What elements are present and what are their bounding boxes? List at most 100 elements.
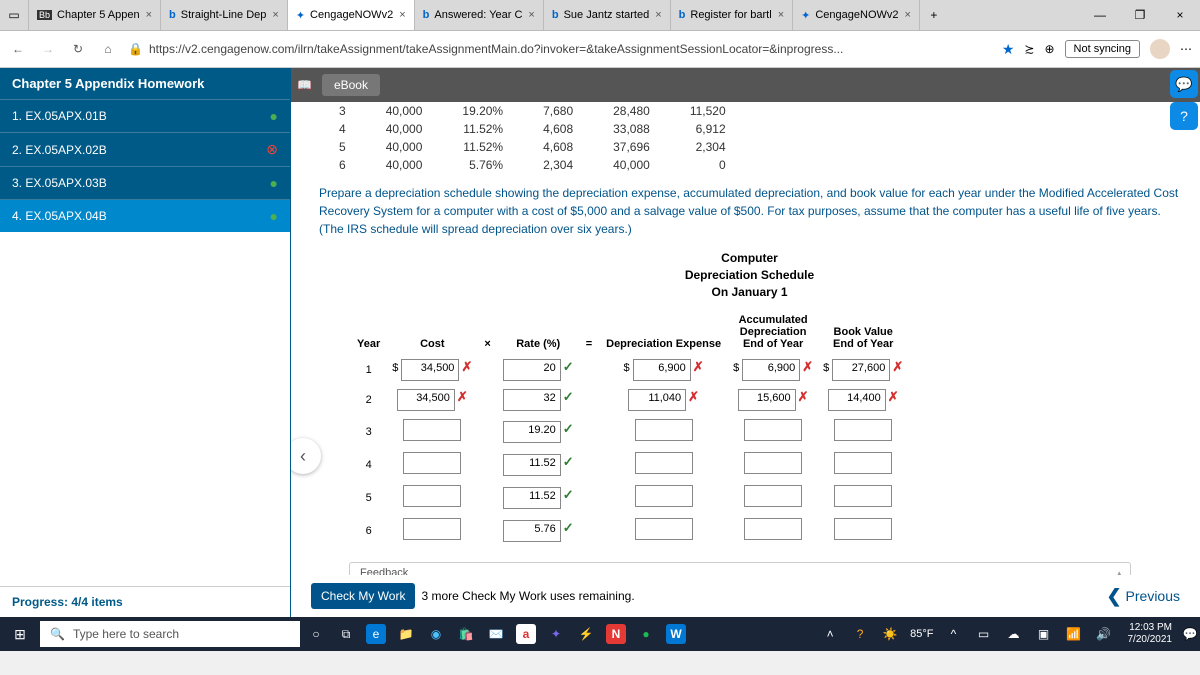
taskbar-search[interactable]: 🔍Type here to search — [40, 621, 300, 647]
tab-5[interactable]: bRegister for bartl× — [671, 0, 793, 30]
value-input[interactable]: 15,600 — [738, 389, 796, 411]
wifi-icon[interactable]: 📶 — [1064, 624, 1084, 644]
value-input[interactable] — [403, 452, 461, 474]
schedule-title: Computer Depreciation Schedule On Januar… — [319, 250, 1180, 300]
value-input[interactable] — [744, 485, 802, 507]
weather-icon[interactable]: ☀️ — [880, 624, 900, 644]
value-input[interactable] — [834, 518, 892, 540]
value-input[interactable]: 27,600 — [832, 359, 890, 381]
profile-avatar[interactable] — [1150, 39, 1170, 59]
temperature[interactable]: 85°F — [910, 628, 933, 640]
minimize-button[interactable]: — — [1080, 0, 1120, 30]
value-input[interactable]: 11.52 — [503, 487, 561, 509]
previous-button[interactable]: Previous — [1106, 586, 1180, 607]
display-icon[interactable]: ▣ — [1034, 624, 1054, 644]
clock[interactable]: 12:03 PM 7/20/2021 — [1120, 622, 1181, 646]
mail-icon[interactable]: ✉️ — [486, 624, 506, 644]
battery-icon[interactable]: ▭ — [974, 624, 994, 644]
menu-button[interactable]: ⋯ — [1180, 42, 1192, 56]
value-input[interactable] — [744, 419, 802, 441]
value-input[interactable]: 11,040 — [628, 389, 686, 411]
new-tab-button[interactable]: + — [920, 0, 948, 30]
app-icon-3[interactable]: ⚡ — [576, 624, 596, 644]
help-icon[interactable]: ? — [1170, 102, 1198, 130]
tray-up-icon[interactable]: ^ — [944, 624, 964, 644]
notifications-icon[interactable]: 💬 — [1180, 624, 1200, 644]
value-input[interactable]: 6,900 — [742, 359, 800, 381]
taskview-icon[interactable]: ⧉ — [336, 624, 356, 644]
prev-scroll-button[interactable]: ‹ — [291, 438, 321, 474]
close-icon[interactable]: × — [528, 9, 534, 21]
tab-actions-icon[interactable]: ▭ — [0, 0, 29, 30]
close-icon[interactable]: × — [399, 9, 405, 21]
value-input[interactable]: 5.76 — [503, 520, 561, 542]
value-input[interactable] — [635, 485, 693, 507]
cloud-icon[interactable]: ☁ — [1004, 624, 1024, 644]
edge-icon-2[interactable]: ◉ — [426, 624, 446, 644]
back-button[interactable]: ← — [8, 42, 28, 56]
value-input[interactable] — [635, 518, 693, 540]
value-input[interactable] — [834, 485, 892, 507]
sidebar-item-2[interactable]: 2. EX.05APX.02B⊗ — [0, 132, 290, 166]
edge-icon[interactable]: e — [366, 624, 386, 644]
app-icon-4[interactable]: N — [606, 624, 626, 644]
refresh-button[interactable]: ↻ — [68, 42, 88, 56]
close-icon[interactable]: × — [905, 9, 911, 21]
value-input[interactable] — [403, 518, 461, 540]
value-input[interactable] — [403, 485, 461, 507]
maximize-button[interactable]: ❐ — [1120, 0, 1160, 30]
value-input[interactable]: 34,500 — [397, 389, 455, 411]
start-button[interactable]: ⊞ — [0, 626, 40, 643]
sidebar-item-3[interactable]: 3. EX.05APX.03B● — [0, 166, 290, 199]
close-icon[interactable]: × — [272, 9, 278, 21]
help-tray-icon[interactable]: ? — [850, 624, 870, 644]
value-input[interactable]: 32 — [503, 389, 561, 411]
value-input[interactable]: 34,500 — [401, 359, 459, 381]
tray-chevron[interactable]: ˄ — [820, 624, 840, 644]
value-input[interactable] — [744, 452, 802, 474]
tab-6[interactable]: ✦CengageNOWv2× — [793, 0, 920, 30]
status-icon: ● — [270, 208, 278, 224]
favorite-icon[interactable]: ★ — [1002, 41, 1015, 58]
cortana-icon[interactable]: ○ — [306, 624, 326, 644]
value-input[interactable] — [635, 419, 693, 441]
forward-button[interactable]: → — [38, 42, 58, 56]
sync-status[interactable]: Not syncing — [1065, 40, 1140, 58]
tab-3[interactable]: bAnswered: Year C× — [415, 0, 544, 30]
value-input[interactable]: 6,900 — [633, 359, 691, 381]
close-icon[interactable]: × — [146, 9, 152, 21]
check-my-work-button[interactable]: Check My Work — [311, 583, 415, 609]
value-input[interactable] — [834, 452, 892, 474]
tab-4[interactable]: bSue Jantz started× — [544, 0, 671, 30]
home-button[interactable]: ⌂ — [98, 42, 118, 56]
collections-icon[interactable]: ⊕ — [1044, 42, 1054, 56]
close-icon[interactable]: × — [778, 9, 784, 21]
word-icon[interactable]: W — [666, 624, 686, 644]
sidebar-item-4[interactable]: 4. EX.05APX.04B● — [0, 199, 290, 232]
spotify-icon[interactable]: ● — [636, 624, 656, 644]
favorites-bar-icon[interactable]: ≿ — [1024, 42, 1034, 56]
value-input[interactable]: 14,400 — [828, 389, 886, 411]
value-input[interactable]: 11.52 — [503, 454, 561, 476]
tab-1[interactable]: bStraight-Line Dep× — [161, 0, 288, 30]
app-icon[interactable]: a — [516, 624, 536, 644]
url-field[interactable]: 🔒https://v2.cengagenow.com/ilrn/takeAssi… — [128, 42, 992, 56]
volume-icon[interactable]: 🔊 — [1094, 624, 1114, 644]
tab-2[interactable]: ✦CengageNOWv2× — [288, 0, 415, 30]
store-icon[interactable]: 🛍️ — [456, 624, 476, 644]
value-input[interactable] — [834, 419, 892, 441]
close-icon[interactable]: × — [655, 9, 661, 21]
ebook-button[interactable]: eBook — [322, 74, 380, 96]
value-input[interactable]: 19.20 — [503, 421, 561, 443]
value-input[interactable] — [403, 419, 461, 441]
tab-0[interactable]: BbChapter 5 Appen× — [29, 0, 161, 30]
explorer-icon[interactable]: 📁 — [396, 624, 416, 644]
value-input[interactable] — [635, 452, 693, 474]
app-icon-2[interactable]: ✦ — [546, 624, 566, 644]
close-window-button[interactable]: × — [1160, 0, 1200, 30]
chat-icon[interactable]: 💬 — [1170, 70, 1198, 98]
feedback-panel[interactable]: Feedback — [349, 562, 1131, 575]
sidebar-item-1[interactable]: 1. EX.05APX.01B● — [0, 99, 290, 132]
value-input[interactable] — [744, 518, 802, 540]
value-input[interactable]: 20 — [503, 359, 561, 381]
